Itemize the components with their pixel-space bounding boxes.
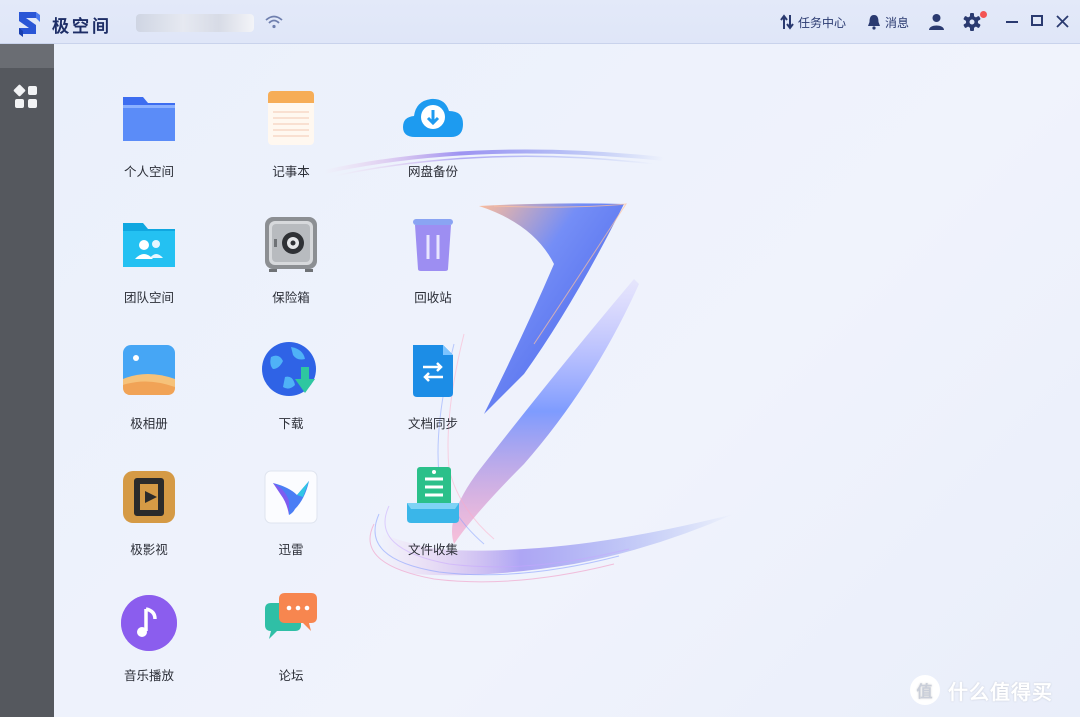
app-safe[interactable]: 保险箱 <box>236 213 346 323</box>
thunder-bird-icon <box>264 470 318 524</box>
device-name-field[interactable] <box>136 14 254 32</box>
app-label: 文件收集 <box>407 542 458 557</box>
app-label: 音乐播放 <box>123 668 174 683</box>
watermark: 值 什么值得买 <box>910 675 1053 705</box>
file-collect-icon <box>407 467 459 523</box>
trash-icon <box>413 219 453 271</box>
sidebar <box>0 44 54 717</box>
apps-grid-icon[interactable] <box>13 84 39 110</box>
app-label: 记事本 <box>272 164 310 179</box>
app-label: 保险箱 <box>272 290 310 305</box>
messages-button[interactable]: 消息 <box>867 12 909 32</box>
gear-icon[interactable] <box>963 13 981 31</box>
task-center-button[interactable]: 任务中心 <box>780 12 846 32</box>
safe-icon <box>265 217 317 272</box>
app-label: 极影视 <box>130 542 168 557</box>
bell-icon <box>868 15 880 30</box>
user-icon[interactable] <box>928 13 945 31</box>
app-label: 文档同步 <box>407 416 458 431</box>
app-recycle-bin[interactable]: 回收站 <box>378 213 488 323</box>
messages-label: 消息 <box>885 15 910 30</box>
wifi-icon <box>265 15 283 29</box>
app-document-sync[interactable]: 文档同步 <box>378 339 488 449</box>
app-thunder[interactable]: 迅雷 <box>236 465 346 575</box>
document-sync-icon <box>413 345 453 397</box>
app-label: 极相册 <box>130 416 168 431</box>
app-download[interactable]: 下载 <box>236 339 346 449</box>
minimize-icon[interactable] <box>1006 13 1018 29</box>
cloud-download-icon <box>403 98 463 137</box>
watermark-text: 什么值得买 <box>948 679 1053 704</box>
app-logo-icon <box>19 12 40 37</box>
app-photo-album[interactable]: 极相册 <box>94 339 204 449</box>
sidebar-top-strip <box>0 44 54 68</box>
app-label: 迅雷 <box>278 542 304 557</box>
desktop-area: 个人空间 团队空间 极相册 极影视 音乐播放 记事本 保险箱 下载 迅雷 论坛 … <box>54 44 1080 717</box>
forum-chat-icon <box>265 593 317 639</box>
music-icon <box>121 595 177 651</box>
team-folder-icon <box>123 223 175 267</box>
app-cloud-backup[interactable]: 网盘备份 <box>378 87 488 197</box>
app-file-collect[interactable]: 文件收集 <box>378 465 488 575</box>
app-label: 论坛 <box>278 668 304 683</box>
app-music[interactable]: 音乐播放 <box>94 591 204 701</box>
task-center-label: 任务中心 <box>798 15 847 30</box>
app-label: 回收站 <box>414 290 452 305</box>
transfer-arrows-icon <box>780 14 794 30</box>
video-icon <box>123 471 175 523</box>
photo-album-icon <box>123 345 175 395</box>
globe-download-icon <box>262 342 316 396</box>
watermark-logo: 值 <box>910 675 940 705</box>
close-icon[interactable] <box>1056 13 1069 29</box>
app-label: 团队空间 <box>123 290 174 305</box>
maximize-icon[interactable] <box>1031 13 1043 29</box>
notification-dot <box>980 11 987 18</box>
title-bar: 极空间 任务中心 消息 <box>0 0 1080 44</box>
notepad-icon <box>268 91 314 145</box>
app-label: 下载 <box>278 416 304 431</box>
app-label: 网盘备份 <box>407 164 458 179</box>
app-label: 个人空间 <box>123 164 174 179</box>
app-video[interactable]: 极影视 <box>94 465 204 575</box>
background-swirl <box>323 149 734 583</box>
app-name: 极空间 <box>52 17 112 37</box>
app-personal-space[interactable]: 个人空间 <box>94 87 204 197</box>
app-notepad[interactable]: 记事本 <box>236 87 346 197</box>
folder-icon <box>123 97 175 141</box>
app-forum[interactable]: 论坛 <box>236 591 346 701</box>
app-team-space[interactable]: 团队空间 <box>94 213 204 323</box>
